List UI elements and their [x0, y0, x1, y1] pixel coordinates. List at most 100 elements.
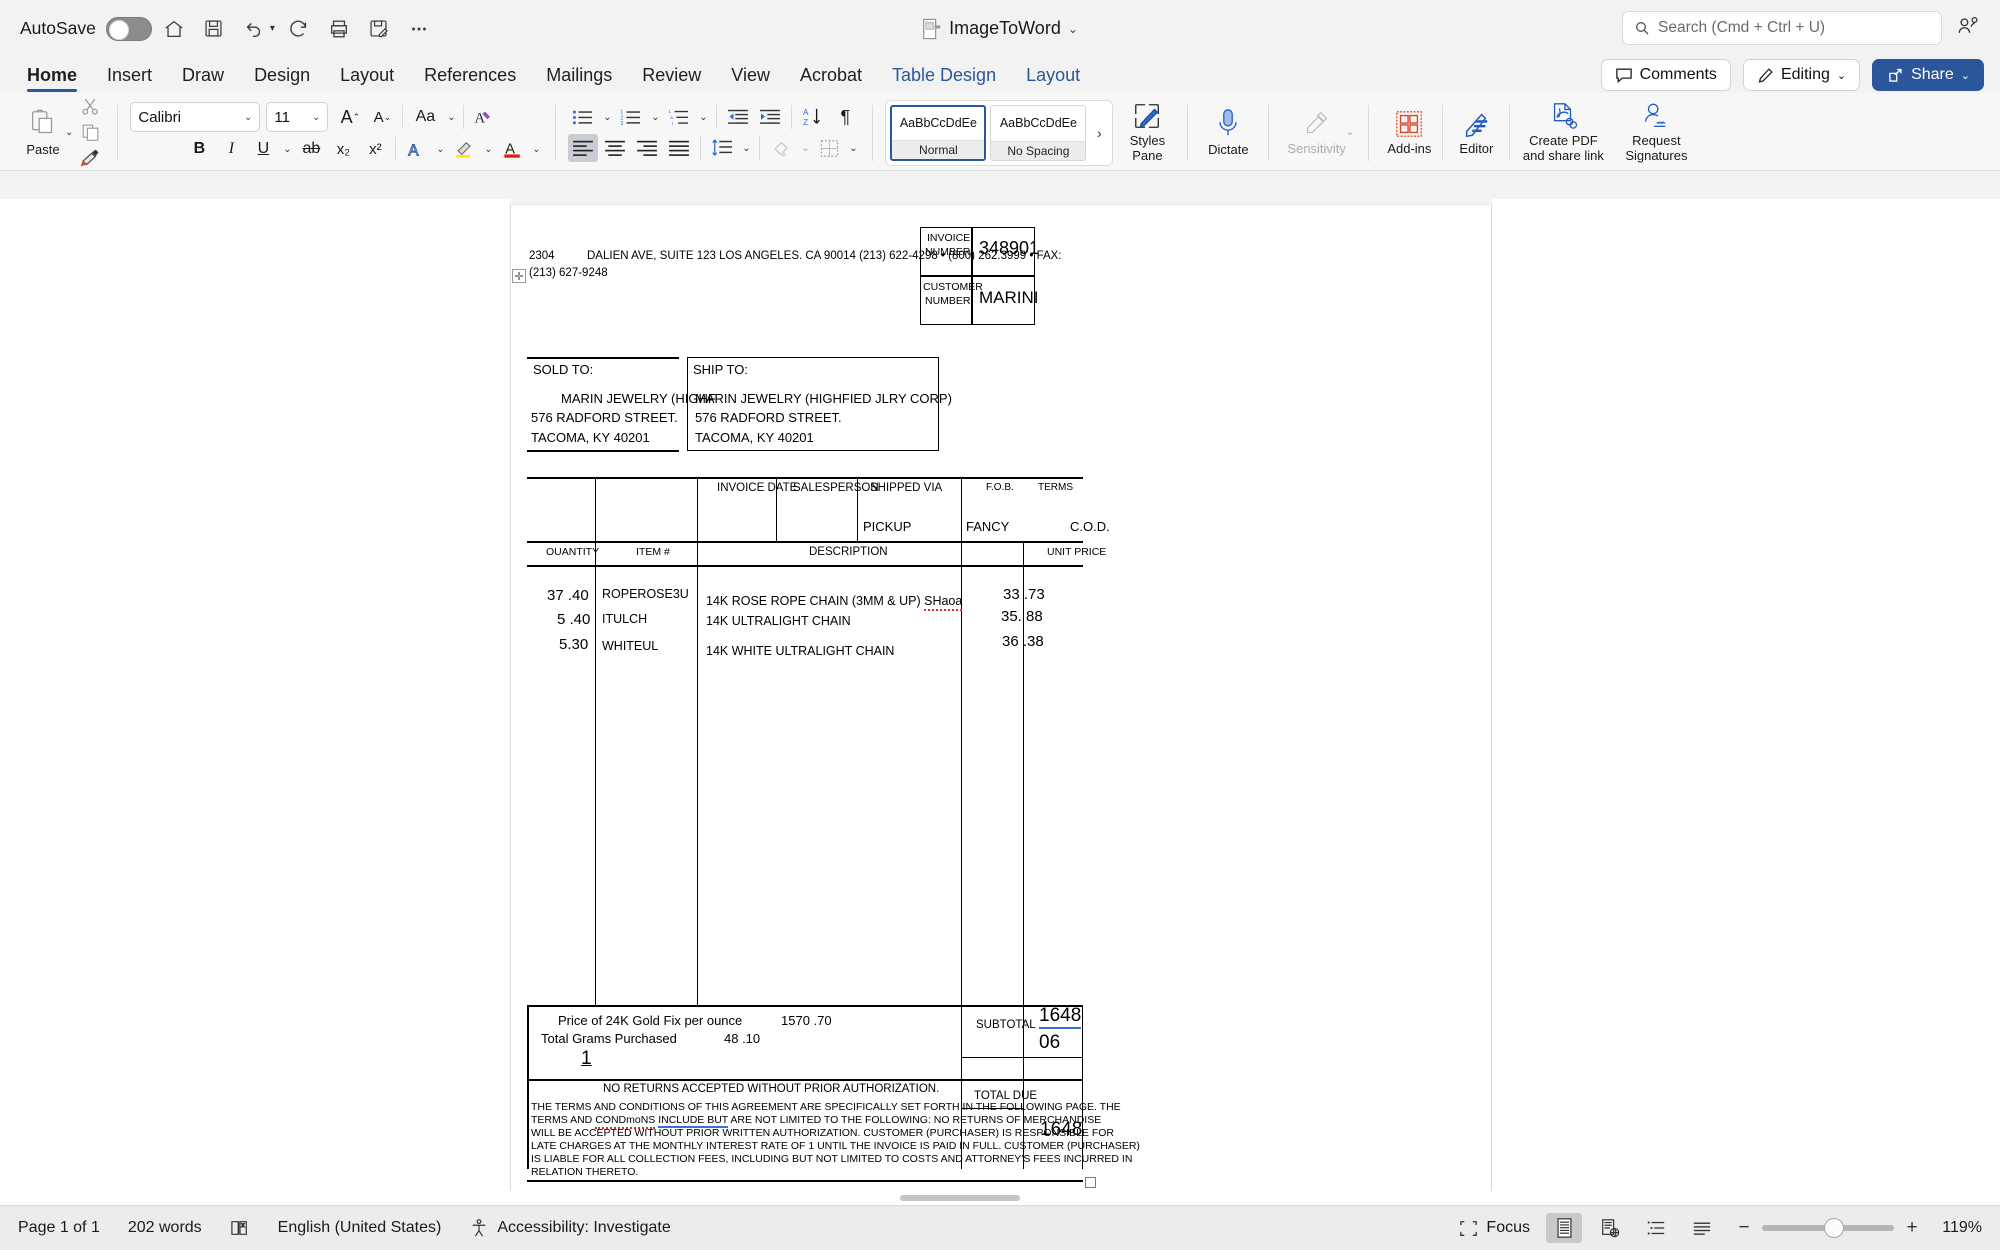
- tab-references[interactable]: References: [409, 63, 531, 93]
- horizontal-scrollbar[interactable]: [0, 1191, 2000, 1205]
- borders-dropdown-icon[interactable]: ⌄: [846, 135, 860, 161]
- zoom-knob[interactable]: [1824, 1218, 1844, 1238]
- underline-dropdown-icon[interactable]: ⌄: [280, 136, 294, 162]
- tab-table-design[interactable]: Table Design: [877, 63, 1011, 93]
- quick-print-edit-icon[interactable]: [361, 11, 397, 47]
- word-count[interactable]: 202 words: [128, 1219, 202, 1237]
- more-options-icon[interactable]: [401, 11, 437, 47]
- styles-pane-button[interactable]: Styles Pane: [1119, 97, 1175, 169]
- collaborators-icon[interactable]: [1956, 15, 1982, 42]
- document-canvas[interactable]: ✛ 2304 DALIEN AVE, SUITE 123 LOS ANGELES…: [0, 171, 2000, 1205]
- text-effects-dropdown-icon[interactable]: ⌄: [433, 136, 447, 162]
- text-effects-button[interactable]: A: [401, 135, 431, 163]
- superscript-button[interactable]: x²: [360, 135, 390, 163]
- clear-formatting-button[interactable]: A: [469, 103, 499, 131]
- shading-dropdown-icon[interactable]: ⌄: [798, 135, 812, 161]
- print-layout-view-button[interactable]: [1546, 1213, 1582, 1243]
- language-indicator[interactable]: English (United States): [278, 1219, 442, 1237]
- document-page[interactable]: ✛ 2304 DALIEN AVE, SUITE 123 LOS ANGELES…: [510, 205, 1492, 1205]
- tab-view[interactable]: View: [716, 63, 785, 93]
- copy-button[interactable]: [75, 121, 105, 144]
- tab-draw[interactable]: Draw: [167, 63, 239, 93]
- grow-font-button[interactable]: A⌃: [335, 103, 365, 131]
- font-color-button[interactable]: A: [497, 135, 527, 163]
- tab-insert[interactable]: Insert: [92, 63, 167, 93]
- proofing-status[interactable]: x: [230, 1219, 250, 1237]
- style-no-spacing[interactable]: AaBbCcDdEe No Spacing: [990, 105, 1086, 161]
- underline-button[interactable]: U: [248, 135, 278, 163]
- sensitivity-dropdown-icon[interactable]: ⌄: [1346, 127, 1354, 138]
- multilevel-list-dropdown-icon[interactable]: ⌄: [696, 104, 710, 130]
- horizontal-scrollbar-thumb[interactable]: [900, 1195, 1020, 1201]
- tab-table-layout[interactable]: Layout: [1011, 63, 1095, 93]
- styles-gallery-more-icon[interactable]: ›: [1090, 125, 1108, 141]
- document-title-button[interactable]: W ImageToWord ⌄: [922, 18, 1078, 40]
- italic-button[interactable]: I: [216, 135, 246, 163]
- dictate-button[interactable]: Dictate: [1200, 97, 1256, 169]
- cut-button[interactable]: [75, 95, 105, 118]
- save-icon[interactable]: [196, 11, 232, 47]
- table-move-handle[interactable]: ✛: [512, 269, 526, 283]
- increase-indent-button[interactable]: [755, 103, 785, 131]
- redo-icon[interactable]: [281, 11, 317, 47]
- share-button[interactable]: Share ⌄: [1872, 59, 1984, 91]
- print-icon[interactable]: [321, 11, 357, 47]
- zoom-level-label[interactable]: 119%: [1930, 1219, 1982, 1237]
- tab-mailings[interactable]: Mailings: [531, 63, 627, 93]
- zoom-out-button[interactable]: −: [1736, 1217, 1752, 1239]
- bullets-button[interactable]: [568, 103, 598, 131]
- borders-button[interactable]: [814, 134, 844, 162]
- request-signatures-button[interactable]: Request Signatures: [1611, 97, 1701, 169]
- justify-button[interactable]: [664, 134, 694, 162]
- tab-layout[interactable]: Layout: [325, 63, 409, 93]
- line-spacing-button[interactable]: [707, 134, 737, 162]
- add-ins-button[interactable]: Add-ins: [1381, 97, 1437, 169]
- subscript-button[interactable]: x₂: [328, 135, 358, 163]
- paste-button[interactable]: Paste: [15, 97, 71, 169]
- draft-view-button[interactable]: [1684, 1213, 1720, 1243]
- focus-mode-button[interactable]: Focus: [1459, 1219, 1530, 1237]
- editing-mode-button[interactable]: Editing ⌄: [1743, 59, 1860, 91]
- numbering-button[interactable]: 123: [616, 103, 646, 131]
- comments-button[interactable]: Comments: [1601, 59, 1731, 91]
- table-resize-handle[interactable]: [1085, 1177, 1096, 1188]
- web-layout-view-button[interactable]: [1592, 1213, 1628, 1243]
- decrease-indent-button[interactable]: [723, 103, 753, 131]
- align-left-button[interactable]: [568, 134, 598, 162]
- create-pdf-button[interactable]: Create PDF and share link: [1515, 97, 1611, 169]
- home-icon[interactable]: [156, 11, 192, 47]
- page-indicator[interactable]: Page 1 of 1: [18, 1219, 100, 1237]
- align-right-button[interactable]: [632, 134, 662, 162]
- tab-home[interactable]: Home: [12, 63, 92, 93]
- zoom-in-button[interactable]: +: [1904, 1217, 1920, 1239]
- highlight-button[interactable]: [449, 135, 479, 163]
- show-formatting-marks-button[interactable]: ¶: [830, 103, 860, 131]
- multilevel-list-button[interactable]: 1ai: [664, 103, 694, 131]
- sensitivity-button[interactable]: Sensitivity: [1281, 97, 1352, 169]
- tab-design[interactable]: Design: [239, 63, 325, 93]
- shading-button[interactable]: [766, 134, 796, 162]
- chevron-down-icon[interactable]: ⌄: [1961, 69, 1970, 82]
- tab-review[interactable]: Review: [627, 63, 716, 93]
- font-family-select[interactable]: Calibri ⌄: [130, 102, 260, 132]
- search-input[interactable]: Search (Cmd + Ctrl + U): [1622, 11, 1942, 45]
- undo-dropdown-icon[interactable]: ▾: [270, 23, 275, 34]
- format-painter-button[interactable]: [75, 147, 105, 170]
- undo-icon[interactable]: [236, 11, 272, 47]
- bold-button[interactable]: B: [184, 135, 214, 163]
- strikethrough-button[interactable]: ab: [296, 135, 326, 163]
- line-spacing-dropdown-icon[interactable]: ⌄: [739, 135, 753, 161]
- style-normal[interactable]: AaBbCcDdEe Normal: [890, 105, 986, 161]
- change-case-dropdown-icon[interactable]: ⌄: [444, 104, 458, 130]
- bullets-dropdown-icon[interactable]: ⌄: [600, 104, 614, 130]
- chevron-down-icon[interactable]: ⌄: [1837, 69, 1846, 82]
- zoom-slider[interactable]: − + 119%: [1736, 1217, 1982, 1239]
- sort-button[interactable]: AZ: [798, 103, 828, 131]
- tab-acrobat[interactable]: Acrobat: [785, 63, 877, 93]
- accessibility-status[interactable]: Accessibility: Investigate: [469, 1218, 670, 1238]
- change-case-button[interactable]: Aa: [408, 103, 442, 131]
- zoom-track[interactable]: [1762, 1225, 1894, 1231]
- paste-dropdown-icon[interactable]: ⌄: [65, 127, 73, 138]
- chevron-down-icon[interactable]: ⌄: [1068, 22, 1078, 36]
- align-center-button[interactable]: [600, 134, 630, 162]
